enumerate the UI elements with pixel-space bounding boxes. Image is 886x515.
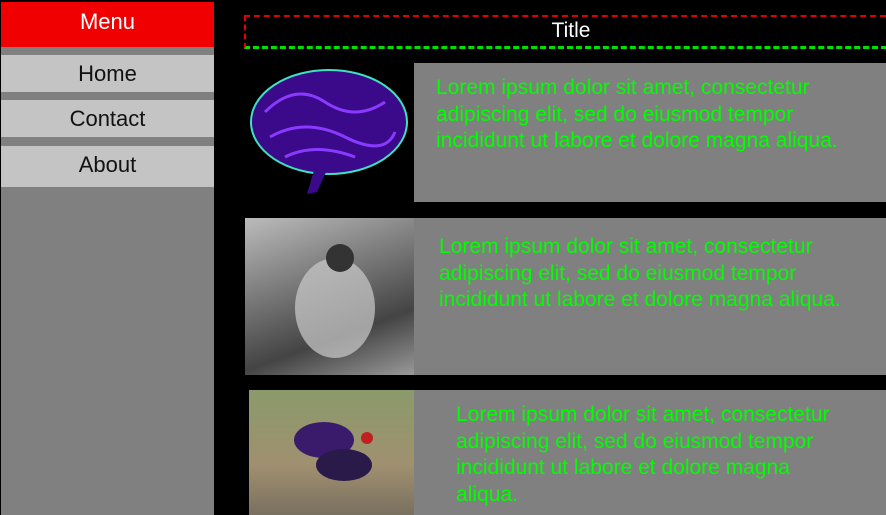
row-text-3: Lorem ipsum dolor sit amet, consectetur … [414, 390, 886, 515]
row-text-2: Lorem ipsum dolor sit amet, consectetur … [414, 218, 886, 375]
row-text-1: Lorem ipsum dolor sit amet, consectetur … [414, 63, 886, 202]
nav-item-about[interactable]: About [1, 146, 214, 187]
roosters-image [249, 390, 414, 515]
nav-item-home[interactable]: Home [1, 55, 214, 92]
vintage-photo-image [245, 218, 414, 375]
nav-item-contact[interactable]: Contact [1, 100, 214, 137]
sidebar: Menu Home Contact About [1, 2, 214, 515]
brain-image [245, 62, 414, 202]
page-title: Title [244, 15, 886, 49]
menu-header: Menu [1, 2, 214, 47]
